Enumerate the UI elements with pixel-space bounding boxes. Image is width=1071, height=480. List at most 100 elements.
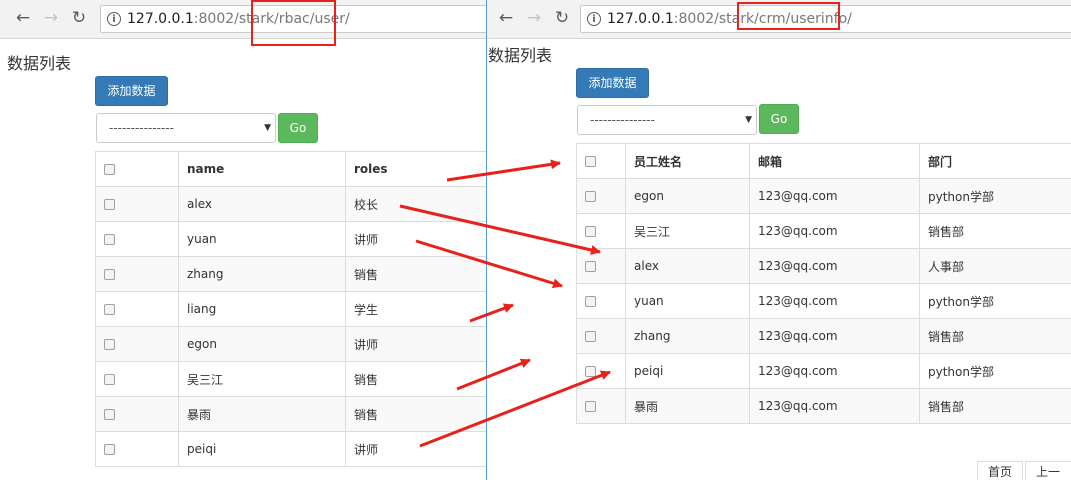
go-button[interactable]: Go: [278, 113, 318, 143]
email-cell: 123@qq.com: [749, 283, 920, 319]
table-row: 暴雨 销售: [95, 396, 486, 432]
row-select-cell: [576, 283, 626, 319]
table-row: zhang 销售: [95, 256, 486, 292]
row-checkbox[interactable]: [104, 234, 115, 245]
row-checkbox[interactable]: [104, 409, 115, 420]
dropdown-caret-icon: ▼: [264, 123, 271, 133]
user-name-cell: liang: [178, 291, 346, 327]
select-all-checkbox[interactable]: [104, 164, 115, 175]
row-select-cell: [95, 326, 179, 362]
info-icon[interactable]: i: [107, 12, 121, 26]
column-header-dept[interactable]: 部门: [919, 143, 1071, 179]
row-checkbox[interactable]: [585, 366, 596, 377]
row-select-cell: [576, 388, 626, 424]
pager-first[interactable]: 首页: [977, 461, 1024, 480]
row-checkbox[interactable]: [104, 304, 115, 315]
row-select-cell: [576, 248, 626, 284]
department-cell: 销售部: [919, 388, 1071, 424]
back-arrow-icon[interactable]: ←: [14, 9, 32, 27]
back-arrow-icon[interactable]: ←: [497, 9, 515, 27]
row-select-cell: [95, 396, 179, 432]
browser-toolbar: ← → ↻ i 127.0.0.1:8002/stark/rbac/user/: [0, 0, 486, 39]
employee-name-cell: alex: [625, 248, 750, 284]
row-checkbox[interactable]: [104, 269, 115, 280]
select-all-checkbox[interactable]: [585, 156, 596, 167]
page-title: 数据列表: [488, 46, 553, 65]
table-row: yuan 123@qq.com python学部: [576, 283, 1071, 319]
user-name-cell: alex: [178, 186, 346, 222]
reload-icon[interactable]: ↻: [553, 9, 571, 27]
row-select-cell: [576, 213, 626, 249]
employee-name-cell: 吴三江: [625, 213, 750, 249]
table-header-row: 员工姓名 邮箱 部门: [576, 143, 1071, 179]
row-select-cell: [576, 318, 626, 354]
user-role-cell: 销售: [345, 396, 486, 432]
row-checkbox[interactable]: [585, 226, 596, 237]
row-select-cell: [95, 221, 179, 257]
row-select-cell: [95, 256, 179, 292]
row-checkbox[interactable]: [585, 331, 596, 342]
forward-arrow-icon[interactable]: →: [42, 9, 60, 27]
email-cell: 123@qq.com: [749, 213, 920, 249]
url-highlight-box: [737, 2, 840, 30]
row-checkbox[interactable]: [585, 401, 596, 412]
email-cell: 123@qq.com: [749, 353, 920, 389]
user-role-cell: 讲师: [345, 221, 486, 257]
info-icon[interactable]: i: [587, 12, 601, 26]
user-role-cell: 学生: [345, 291, 486, 327]
table-row: 暴雨 123@qq.com 销售部: [576, 388, 1071, 424]
row-checkbox[interactable]: [104, 444, 115, 455]
action-select-value: ---------------: [109, 121, 174, 135]
row-checkbox[interactable]: [104, 199, 115, 210]
pager-prev[interactable]: 上一页: [1025, 461, 1071, 480]
row-select-cell: [95, 431, 179, 467]
user-name-cell: zhang: [178, 256, 346, 292]
row-checkbox[interactable]: [104, 339, 115, 350]
table-row: liang 学生: [95, 291, 486, 327]
url-highlight-box: [251, 0, 336, 46]
row-select-cell: [95, 291, 179, 327]
department-cell: python学部: [919, 283, 1071, 319]
action-select[interactable]: --------------- ▼: [96, 113, 276, 143]
user-name-cell: egon: [178, 326, 346, 362]
column-header-name[interactable]: name: [178, 151, 346, 187]
table-row: egon 123@qq.com python学部: [576, 178, 1071, 214]
user-role-cell: 销售: [345, 361, 486, 397]
row-checkbox[interactable]: [104, 374, 115, 385]
table-row: yuan 讲师: [95, 221, 486, 257]
row-select-cell: [576, 353, 626, 389]
table-row: peiqi 123@qq.com python学部: [576, 353, 1071, 389]
row-checkbox[interactable]: [585, 296, 596, 307]
employee-name-cell: yuan: [625, 283, 750, 319]
table-row: 吴三江 123@qq.com 销售部: [576, 213, 1071, 249]
email-cell: 123@qq.com: [749, 248, 920, 284]
row-checkbox[interactable]: [585, 191, 596, 202]
column-header-email[interactable]: 邮箱: [749, 143, 920, 179]
user-name-cell: yuan: [178, 221, 346, 257]
left-browser-window: ← → ↻ i 127.0.0.1:8002/stark/rbac/user/ 数…: [0, 0, 486, 480]
add-data-button[interactable]: 添加数据: [576, 68, 649, 98]
forward-arrow-icon[interactable]: →: [525, 9, 543, 27]
action-select[interactable]: --------------- ▼: [577, 105, 757, 135]
table-row: alex 123@qq.com 人事部: [576, 248, 1071, 284]
column-header-name[interactable]: 员工姓名: [625, 143, 750, 179]
row-select-cell: [95, 361, 179, 397]
user-name-cell: 暴雨: [178, 396, 346, 432]
email-cell: 123@qq.com: [749, 388, 920, 424]
employee-name-cell: zhang: [625, 318, 750, 354]
userinfo-table: 员工姓名 邮箱 部门 egon 123@qq.com python学部 吴三江 123@…: [576, 143, 1071, 424]
user-role-cell: 销售: [345, 256, 486, 292]
add-data-button[interactable]: 添加数据: [95, 76, 168, 106]
user-role-cell: 讲师: [345, 326, 486, 362]
row-select-cell: [576, 178, 626, 214]
dropdown-caret-icon: ▼: [745, 115, 752, 125]
department-cell: 人事部: [919, 248, 1071, 284]
email-cell: 123@qq.com: [749, 178, 920, 214]
column-header-roles[interactable]: roles: [345, 151, 486, 187]
department-cell: python学部: [919, 353, 1071, 389]
user-name-cell: peiqi: [178, 431, 346, 467]
reload-icon[interactable]: ↻: [70, 9, 88, 27]
go-button[interactable]: Go: [759, 104, 799, 134]
row-checkbox[interactable]: [585, 261, 596, 272]
url-host: 127.0.0.1: [127, 11, 194, 27]
